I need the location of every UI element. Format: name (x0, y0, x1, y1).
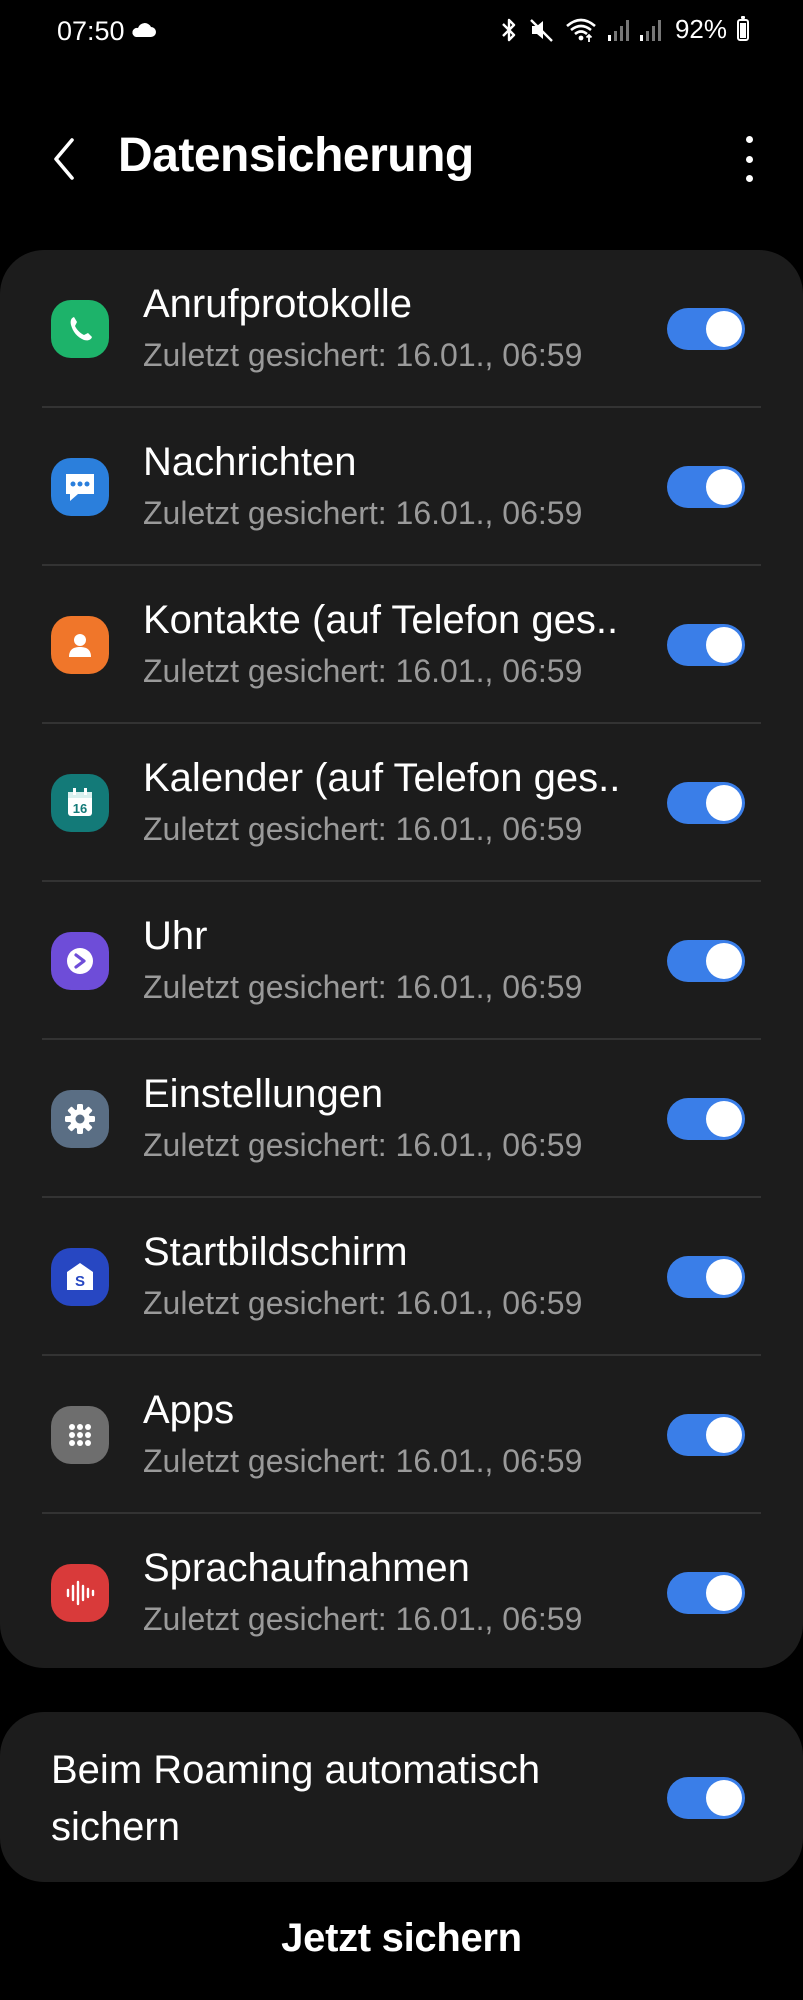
battery-percent: 92% (674, 14, 727, 44)
item-label: Anrufprotokolle (143, 282, 413, 326)
backup-item-uhr[interactable]: Uhr Zuletzt gesichert: 16.01., 06:59 (0, 882, 803, 1040)
item-last-backup: Zuletzt gesichert: 16.01., 06:59 (143, 1443, 583, 1479)
backup-item-nachrichten[interactable]: Nachrichten Zuletzt gesichert: 16.01., 0… (0, 408, 803, 566)
toggle-switch[interactable] (667, 1572, 745, 1614)
backup-item-einstellungen[interactable]: Einstellungen Zuletzt gesichert: 16.01.,… (0, 1040, 803, 1198)
back-button[interactable] (44, 134, 84, 184)
toggle-switch[interactable] (667, 940, 745, 982)
roaming-toggle[interactable] (667, 1777, 745, 1819)
contact-icon (51, 616, 109, 674)
backup-item-startbildschirm[interactable]: S Startbildschirm Zuletzt gesichert: 16.… (0, 1198, 803, 1356)
backup-item-kontakte[interactable]: Kontakte (auf Telefon ges.. Zuletzt gesi… (0, 566, 803, 724)
wifi-icon (566, 18, 596, 42)
home-screen-icon: S (51, 1248, 109, 1306)
backup-items-card: Anrufprotokolle Zuletzt gesichert: 16.01… (0, 250, 803, 1668)
toggle-switch[interactable] (667, 1098, 745, 1140)
item-label: Sprachaufnahmen (143, 1546, 470, 1590)
item-label: Apps (143, 1388, 235, 1432)
app-header: Datensicherung (0, 110, 803, 200)
message-icon (51, 458, 109, 516)
gear-icon (51, 1090, 109, 1148)
item-last-backup: Zuletzt gesichert: 16.01., 06:59 (143, 969, 583, 1005)
item-label: Startbildschirm (143, 1230, 408, 1274)
roaming-label: Beim Roaming automatisch sichern (51, 1748, 541, 1849)
clock-icon (51, 932, 109, 990)
phone-icon (51, 300, 109, 358)
page-title: Datensicherung (118, 129, 474, 182)
backup-item-sprachaufnahmen[interactable]: Sprachaufnahmen Zuletzt gesichert: 16.01… (0, 1514, 803, 1672)
svg-text:S: S (75, 1273, 85, 1290)
toggle-switch[interactable] (667, 1414, 745, 1456)
signal-icon (607, 19, 629, 41)
status-icons: 92% (499, 14, 749, 45)
item-last-backup: Zuletzt gesichert: 16.01., 06:59 (143, 1285, 583, 1321)
toggle-switch[interactable] (667, 624, 745, 666)
item-last-backup: Zuletzt gesichert: 16.01., 06:59 (143, 1127, 583, 1163)
bluetooth-icon (502, 18, 516, 41)
toggle-switch[interactable] (667, 782, 745, 824)
cloud-icon (132, 23, 156, 37)
item-last-backup: Zuletzt gesichert: 16.01., 06:59 (143, 653, 583, 689)
toggle-switch[interactable] (667, 1256, 745, 1298)
mute-icon (530, 18, 553, 42)
toggle-switch[interactable] (667, 308, 745, 350)
voice-recorder-icon (51, 1564, 109, 1622)
backup-item-kalender[interactable]: 16 Kalender (auf Telefon ges.. Zuletzt g… (0, 724, 803, 882)
item-label: Kalender (auf Telefon ges.. (143, 756, 621, 800)
status-time: 07:50 (57, 16, 125, 46)
item-label: Uhr (143, 914, 208, 958)
status-bar: 07:50 92% (0, 0, 803, 70)
item-label: Einstellungen (143, 1072, 384, 1116)
item-last-backup: Zuletzt gesichert: 16.01., 06:59 (143, 811, 583, 847)
item-label: Nachrichten (143, 440, 357, 484)
battery-icon (737, 15, 749, 41)
backup-item-anrufprotokolle[interactable]: Anrufprotokolle Zuletzt gesichert: 16.01… (0, 250, 803, 408)
item-last-backup: Zuletzt gesichert: 16.01., 06:59 (143, 1601, 583, 1637)
backup-now-button[interactable]: Jetzt sichern (0, 1916, 803, 1961)
apps-grid-icon (51, 1406, 109, 1464)
toggle-switch[interactable] (667, 466, 745, 508)
roaming-setting-card[interactable]: Beim Roaming automatisch sichern (0, 1712, 803, 1882)
more-vertical-icon (745, 136, 753, 143)
svg-text:16: 16 (73, 801, 87, 816)
item-label: Kontakte (auf Telefon ges.. (143, 598, 619, 642)
backup-item-apps[interactable]: Apps Zuletzt gesichert: 16.01., 06:59 (0, 1356, 803, 1514)
calendar-icon: 16 (51, 774, 109, 832)
item-last-backup: Zuletzt gesichert: 16.01., 06:59 (143, 337, 583, 373)
signal-icon (639, 19, 661, 41)
more-options-button[interactable] (739, 136, 759, 182)
item-last-backup: Zuletzt gesichert: 16.01., 06:59 (143, 495, 583, 531)
